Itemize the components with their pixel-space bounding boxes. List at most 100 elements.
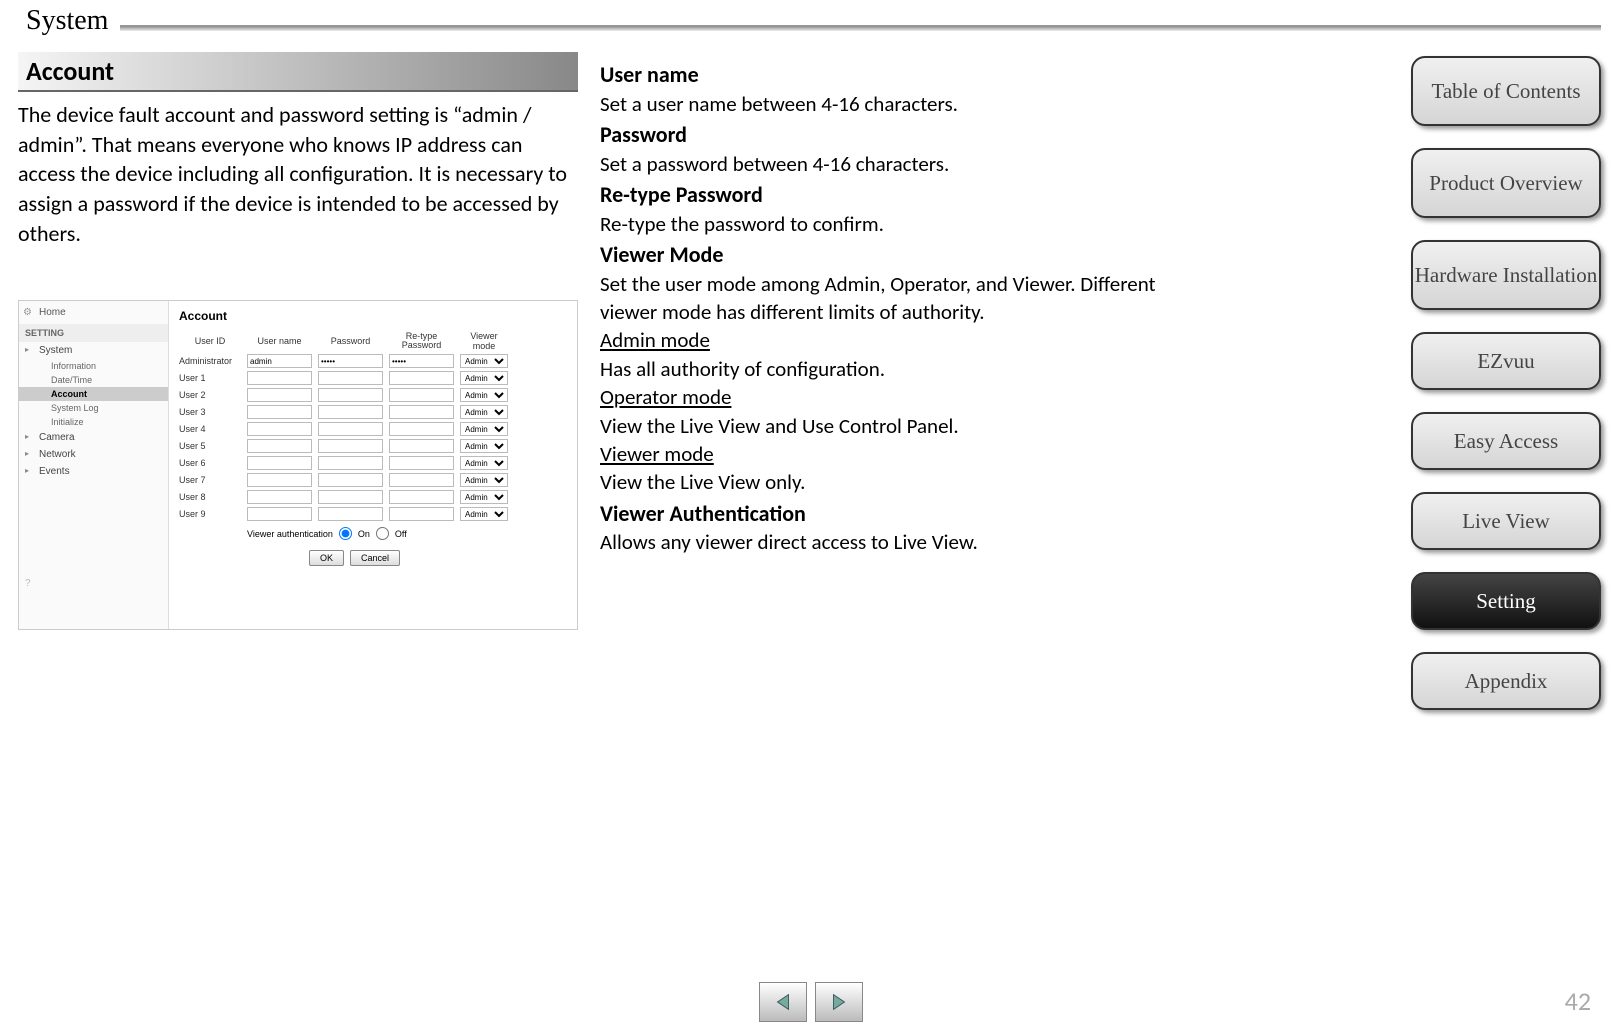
user-mode-select[interactable]: Admin bbox=[460, 473, 508, 487]
help-icon[interactable]: ? bbox=[25, 578, 31, 589]
sidebar-events[interactable]: Events bbox=[19, 463, 168, 480]
user-row: User 7 Admin bbox=[179, 473, 569, 487]
user-retype-input[interactable] bbox=[389, 371, 454, 385]
nav-sidebar: Table of Contents Product Overview Hardw… bbox=[1411, 56, 1601, 710]
user-username-input[interactable] bbox=[247, 507, 312, 521]
sidebar-camera[interactable]: Camera bbox=[19, 429, 168, 446]
user-mode-select[interactable]: Admin bbox=[460, 422, 508, 436]
auth-on-label: On bbox=[358, 529, 370, 539]
user-label: User 1 bbox=[179, 373, 241, 383]
user-mode-select[interactable]: Admin bbox=[460, 388, 508, 402]
hdr-password: Password bbox=[318, 336, 383, 346]
sidebar-account[interactable]: Account bbox=[19, 387, 168, 401]
user-label: User 7 bbox=[179, 475, 241, 485]
page-title: System bbox=[18, 5, 116, 37]
user-retype-input[interactable] bbox=[389, 439, 454, 453]
user-mode-select[interactable]: Admin bbox=[460, 439, 508, 453]
user-mode-select[interactable]: Admin bbox=[460, 405, 508, 419]
user-mode-select[interactable]: Admin bbox=[460, 507, 508, 521]
sidebar-setting-header: SETTING bbox=[19, 324, 168, 342]
nav-ezvuu[interactable]: EZvuu bbox=[1411, 332, 1601, 390]
auth-off-radio[interactable] bbox=[376, 527, 389, 540]
user-retype-input[interactable] bbox=[389, 388, 454, 402]
page-number: 42 bbox=[1565, 985, 1591, 1017]
intro-paragraph: The device fault account and password se… bbox=[18, 100, 578, 248]
user-row: User 2 Admin bbox=[179, 388, 569, 402]
user-mode-select[interactable]: Admin bbox=[460, 490, 508, 504]
user-row: User 3 Admin bbox=[179, 405, 569, 419]
nav-setting[interactable]: Setting bbox=[1411, 572, 1601, 630]
user-row: User 8Admin bbox=[179, 490, 569, 504]
nav-toc[interactable]: Table of Contents bbox=[1411, 56, 1601, 126]
def-viewermode-title: Viewer Mode bbox=[600, 240, 1160, 270]
next-page-button[interactable] bbox=[815, 982, 863, 1022]
def-viewer-mode-title: Viewer mode bbox=[600, 440, 1160, 468]
user-row: User 4 Admin bbox=[179, 422, 569, 436]
user-label: User 4 bbox=[179, 424, 241, 434]
hdr-userid: User ID bbox=[179, 336, 241, 346]
user-username-input[interactable] bbox=[247, 405, 312, 419]
user-password-input[interactable] bbox=[318, 371, 383, 385]
user-label: User 5 bbox=[179, 441, 241, 451]
auth-off-label: Off bbox=[395, 529, 407, 539]
sidebar-information[interactable]: Information bbox=[19, 359, 168, 373]
def-username-desc: Set a user name between 4-16 characters. bbox=[600, 90, 1160, 118]
user-username-input[interactable] bbox=[247, 473, 312, 487]
def-viewer-mode-desc: View the Live View only. bbox=[600, 468, 1160, 496]
user-label: User 9 bbox=[179, 509, 241, 519]
sidebar-home[interactable]: Home bbox=[19, 301, 168, 324]
user-mode-select[interactable]: Admin bbox=[460, 456, 508, 470]
user-mode-select[interactable]: Admin bbox=[460, 371, 508, 385]
prev-page-button[interactable] bbox=[759, 982, 807, 1022]
def-username-title: User name bbox=[600, 60, 1160, 90]
user-password-input[interactable] bbox=[318, 507, 383, 521]
user-password-input[interactable] bbox=[318, 422, 383, 436]
user-password-input[interactable] bbox=[318, 490, 383, 504]
user-password-input[interactable] bbox=[318, 439, 383, 453]
hdr-retype: Re-type Password bbox=[389, 332, 454, 350]
user-retype-input[interactable] bbox=[389, 507, 454, 521]
viewer-auth-row: Viewer authentication On Off bbox=[179, 527, 569, 540]
cancel-button[interactable]: Cancel bbox=[350, 550, 400, 566]
user-username-input[interactable] bbox=[247, 490, 312, 504]
nav-appendix[interactable]: Appendix bbox=[1411, 652, 1601, 710]
user-password-input[interactable] bbox=[318, 405, 383, 419]
hdr-viewermode: Viewer mode bbox=[460, 331, 508, 351]
settings-screenshot: Home SETTING System Information Date/Tim… bbox=[18, 300, 578, 630]
user-username-input[interactable] bbox=[247, 388, 312, 402]
sidebar-systemlog[interactable]: System Log bbox=[19, 401, 168, 415]
sidebar-datetime[interactable]: Date/Time bbox=[19, 373, 168, 387]
user-label: User 2 bbox=[179, 390, 241, 400]
user-username-input[interactable] bbox=[247, 422, 312, 436]
user-retype-input[interactable] bbox=[389, 405, 454, 419]
sidebar-initialize[interactable]: Initialize bbox=[19, 415, 168, 429]
user-retype-input[interactable] bbox=[389, 490, 454, 504]
hdr-username: User name bbox=[247, 336, 312, 346]
user-retype-input[interactable] bbox=[389, 456, 454, 470]
user-password-input[interactable] bbox=[318, 388, 383, 402]
admin-retype-input[interactable] bbox=[389, 354, 454, 368]
ok-button[interactable]: OK bbox=[309, 550, 344, 566]
admin-mode-select[interactable]: Admin bbox=[460, 354, 508, 368]
nav-easy-access[interactable]: Easy Access bbox=[1411, 412, 1601, 470]
sidebar-network[interactable]: Network bbox=[19, 446, 168, 463]
user-password-input[interactable] bbox=[318, 473, 383, 487]
def-operator-mode-title: Operator mode bbox=[600, 383, 1160, 411]
user-username-input[interactable] bbox=[247, 439, 312, 453]
user-retype-input[interactable] bbox=[389, 473, 454, 487]
user-row: User 9 Admin bbox=[179, 507, 569, 521]
admin-username-input[interactable] bbox=[247, 354, 312, 368]
settings-main: Account User ID User name Password Re-ty… bbox=[179, 309, 569, 566]
user-label: User 3 bbox=[179, 407, 241, 417]
arrow-right-icon bbox=[828, 991, 850, 1013]
nav-product-overview[interactable]: Product Overview bbox=[1411, 148, 1601, 218]
nav-hardware-installation[interactable]: Hardware Installation bbox=[1411, 240, 1601, 310]
nav-live-view[interactable]: Live View bbox=[1411, 492, 1601, 550]
user-username-input[interactable] bbox=[247, 371, 312, 385]
sidebar-system[interactable]: System bbox=[19, 342, 168, 359]
user-password-input[interactable] bbox=[318, 456, 383, 470]
admin-password-input[interactable] bbox=[318, 354, 383, 368]
user-retype-input[interactable] bbox=[389, 422, 454, 436]
user-username-input[interactable] bbox=[247, 456, 312, 470]
auth-on-radio[interactable] bbox=[339, 527, 352, 540]
